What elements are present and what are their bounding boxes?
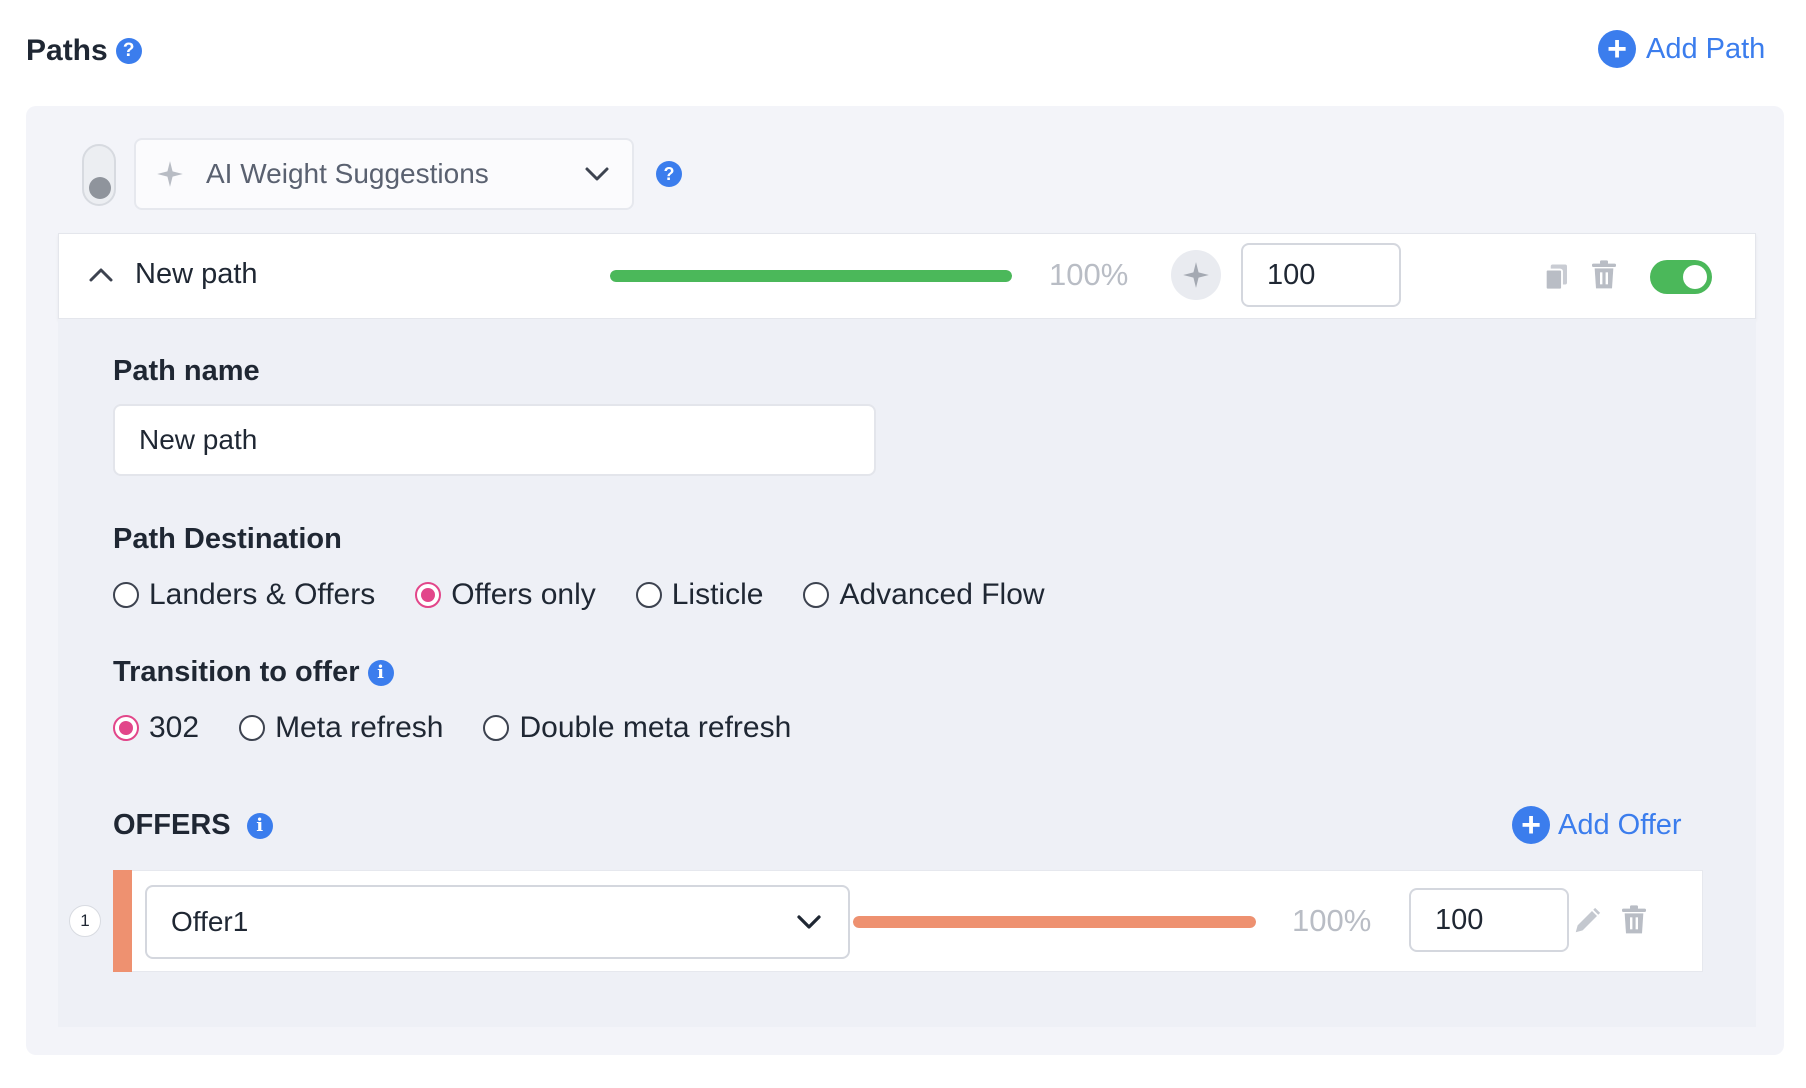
radio-label: Advanced Flow	[839, 578, 1045, 611]
page-title: Paths	[26, 34, 108, 67]
offer-color-stripe	[113, 870, 132, 972]
plus-circle-icon: +	[1598, 30, 1636, 68]
toggle-knob	[1683, 265, 1707, 289]
toggle-knob	[89, 177, 111, 199]
path-weight-bar-fill	[610, 270, 1012, 282]
radio-label: 302	[149, 711, 200, 744]
plus-circle-icon: +	[1512, 806, 1550, 844]
trash-icon[interactable]	[1618, 904, 1650, 936]
transition-radio-group: 302 Meta refresh Double meta refresh	[113, 711, 831, 745]
path-enabled-toggle[interactable]	[1650, 260, 1712, 294]
transition-header: Transition to offer i	[113, 656, 394, 689]
radio-302[interactable]: 302	[113, 711, 199, 745]
radio-button[interactable]	[803, 582, 830, 608]
radio-label: Listicle	[671, 578, 764, 611]
offer-weight-percent: 100%	[1292, 903, 1372, 938]
path-weight-bar	[610, 270, 1012, 282]
radio-label: Offers only	[451, 578, 596, 611]
offer-index-badge: 1	[69, 905, 101, 937]
ai-weight-suggestions-select[interactable]: AI Weight Suggestions	[134, 138, 634, 210]
add-path-label: Add Path	[1646, 32, 1766, 65]
ai-weight-label: AI Weight Suggestions	[206, 158, 489, 189]
pencil-icon[interactable]	[1572, 906, 1602, 936]
radio-button[interactable]	[113, 582, 139, 608]
offer-select[interactable]: Offer1	[145, 885, 850, 959]
copy-icon[interactable]	[1542, 262, 1572, 292]
sparkle-icon	[157, 161, 183, 187]
chevron-down-icon	[585, 167, 609, 181]
radio-listicle[interactable]: Listicle	[635, 578, 764, 612]
ai-suggest-button[interactable]	[1171, 250, 1221, 300]
destination-radio-group: Landers & Offers Offers only Listicle Ad…	[113, 578, 1085, 612]
radio-advanced-flow[interactable]: Advanced Flow	[803, 578, 1045, 612]
path-title: New path	[135, 258, 258, 290]
radio-meta-refresh[interactable]: Meta refresh	[239, 711, 443, 745]
radio-button[interactable]	[483, 715, 510, 741]
sparkle-icon	[1183, 262, 1209, 288]
path-name-label: Path name	[113, 355, 260, 387]
radio-offers-only[interactable]: Offers only	[415, 578, 596, 612]
radio-button[interactable]	[635, 582, 662, 608]
offer-weight-bar-fill	[853, 916, 1256, 928]
help-icon[interactable]: ?	[655, 160, 683, 188]
ai-weight-toggle[interactable]	[82, 144, 116, 206]
help-icon[interactable]: ?	[115, 38, 142, 64]
radio-button[interactable]	[239, 715, 266, 741]
offers-label: OFFERS	[113, 809, 231, 841]
offer-weight-bar	[853, 916, 1256, 928]
radio-label: Double meta refresh	[519, 711, 792, 744]
chevron-up-icon[interactable]	[86, 260, 116, 290]
add-offer-label: Add Offer	[1558, 808, 1682, 841]
chevron-down-icon	[797, 915, 821, 929]
path-weight-input[interactable]: 100	[1241, 243, 1401, 307]
radio-landers-offers[interactable]: Landers & Offers	[113, 578, 375, 612]
offers-header: OFFERS i	[113, 809, 273, 842]
offer-name: Offer1	[171, 906, 249, 937]
svg-text:?: ?	[664, 164, 675, 184]
transition-label: Transition to offer	[113, 656, 360, 688]
paths-header: Paths ?	[26, 34, 142, 68]
radio-label: Meta refresh	[275, 711, 444, 744]
radio-double-meta-refresh[interactable]: Double meta refresh	[483, 711, 791, 745]
radio-button[interactable]	[113, 715, 139, 741]
add-path-button[interactable]: + Add Path	[1598, 30, 1765, 68]
offer-weight-input[interactable]: 100	[1409, 888, 1569, 952]
add-offer-button[interactable]: + Add Offer	[1512, 806, 1682, 844]
radio-button[interactable]	[415, 582, 442, 608]
path-destination-label: Path Destination	[113, 523, 342, 555]
info-icon[interactable]: i	[367, 659, 394, 686]
path-name-input[interactable]: New path	[113, 404, 876, 476]
path-weight-percent: 100%	[1049, 257, 1129, 292]
radio-label: Landers & Offers	[149, 578, 376, 611]
info-icon[interactable]: i	[246, 812, 273, 839]
trash-icon[interactable]	[1588, 259, 1620, 291]
